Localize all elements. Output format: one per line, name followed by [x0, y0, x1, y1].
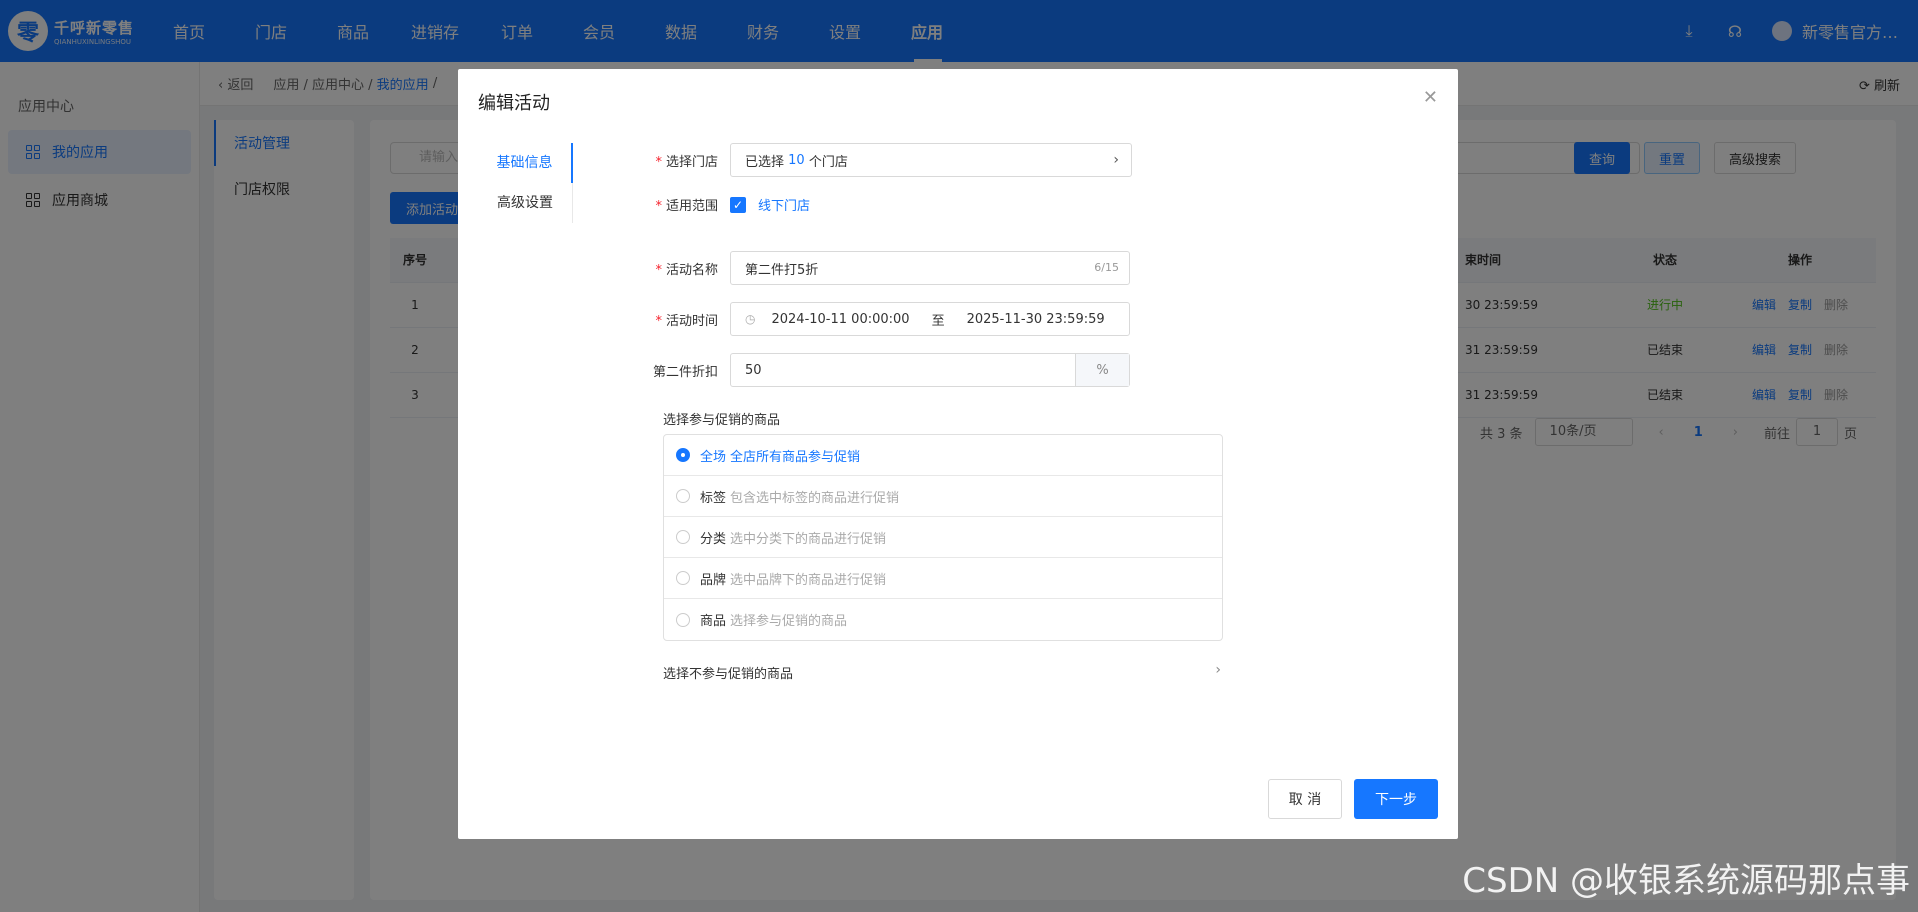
edit-activity-dialog: 编辑活动 ✕ 基础信息 高级设置 * 选择门店 已选择 10 个门店 › * 适用范…	[458, 69, 1458, 839]
dialog-title: 编辑活动	[478, 93, 550, 114]
radio[interactable]	[676, 571, 690, 585]
start-time: 2024-10-11 00:00:00	[771, 311, 910, 327]
scope-label: 适用范围	[665, 199, 718, 214]
name-row: * 活动名称 第二件打5折 6/15	[608, 251, 1130, 285]
radio[interactable]	[676, 612, 690, 627]
store-label: 选择门店	[665, 154, 718, 170]
discount-row: 第二件折扣 50 %	[608, 353, 1130, 387]
offline-store-label[interactable]: 线下门店	[758, 195, 810, 214]
dialog-tabs: 基础信息 高级设置	[478, 143, 573, 223]
watermark: CSDN @收银系统源码那点事	[1462, 861, 1910, 901]
goods-option-all[interactable]: 全场 全店所有商品参与促销	[664, 435, 1222, 476]
goods-option-category[interactable]: 分类 选中分类下的商品进行促销	[664, 517, 1222, 558]
offline-store-checkbox[interactable]: ✓	[730, 196, 746, 213]
clock-icon: ◷	[745, 312, 756, 326]
time-label: 活动时间	[665, 313, 718, 329]
goods-option-list: 全场 全店所有商品参与促销 标签 包含选中标签的商品进行促销 分类 选中分类下的商品进…	[663, 434, 1223, 641]
tab-advanced-settings[interactable]: 高级设置	[478, 183, 572, 223]
goods-option-brand[interactable]: 品牌 选中品牌下的商品进行促销	[664, 558, 1222, 599]
range-separator: 至	[931, 313, 945, 329]
chevron-right-icon: ›	[1215, 662, 1221, 678]
activity-name-input[interactable]: 第二件打5折 6/15	[730, 251, 1130, 285]
radio-selected[interactable]	[676, 448, 690, 462]
char-counter: 6/15	[1094, 261, 1119, 274]
percent-suffix: %	[1075, 354, 1129, 386]
time-row: * 活动时间 ◷ 2024-10-11 00:00:00 至 2025-11-30…	[608, 302, 1130, 336]
goods-section-title: 选择参与促销的商品	[663, 413, 781, 428]
close-icon[interactable]: ✕	[1423, 87, 1438, 108]
goods-option-product[interactable]: 商品 选择参与促销的商品	[664, 599, 1222, 640]
end-time: 2025-11-30 23:59:59	[966, 311, 1105, 327]
name-label: 活动名称	[665, 262, 718, 278]
scope-row: * 适用范围 ✓ 线下门店	[608, 195, 810, 214]
tab-basic-info[interactable]: 基础信息	[478, 143, 573, 183]
exclude-goods-row[interactable]: 选择不参与促销的商品 ›	[663, 662, 1223, 682]
radio[interactable]	[676, 530, 690, 544]
discount-label: 第二件折扣	[652, 364, 718, 380]
store-selector[interactable]: 已选择 10 个门店 ›	[730, 143, 1132, 177]
goods-option-tag[interactable]: 标签 包含选中标签的商品进行促销	[664, 476, 1222, 517]
chevron-right-icon: ›	[1113, 152, 1119, 168]
next-step-button[interactable]: 下一步	[1354, 779, 1438, 819]
cancel-button[interactable]: 取 消	[1268, 779, 1342, 819]
date-range-picker[interactable]: ◷ 2024-10-11 00:00:00 至 2025-11-30 23:59…	[730, 302, 1130, 336]
store-row: * 选择门店 已选择 10 个门店 ›	[608, 143, 1132, 177]
discount-input[interactable]: 50 %	[730, 353, 1130, 387]
radio[interactable]	[676, 489, 690, 503]
